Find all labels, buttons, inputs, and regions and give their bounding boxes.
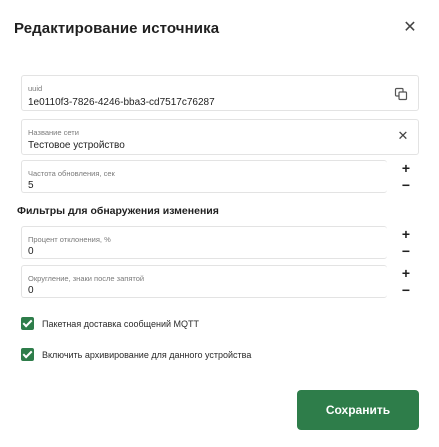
decrement-button[interactable]: −	[393, 283, 419, 297]
frequency-input[interactable]	[28, 180, 228, 191]
frequency-field: Частота обновления, сек	[21, 160, 387, 193]
uuid-value: 1e0110f3-7826-4246-bba3-cd7517c76287	[28, 97, 215, 108]
deviation-input[interactable]	[28, 246, 228, 257]
archive-checkbox-row[interactable]: Включить архивирование для данного устро…	[21, 348, 251, 361]
name-input[interactable]	[28, 140, 328, 151]
uuid-label: uuid	[28, 84, 43, 93]
decrement-button[interactable]: −	[393, 178, 419, 192]
decrement-button[interactable]: −	[393, 244, 419, 258]
rounding-label: Округление, знаки после запятой	[28, 274, 145, 283]
mqtt-batch-checkbox[interactable]	[21, 317, 34, 330]
deviation-field: Процент отклонения, %	[21, 226, 387, 259]
rounding-field: Округление, знаки после запятой	[21, 265, 387, 298]
mqtt-batch-label: Пакетная доставка сообщений MQTT	[42, 318, 199, 329]
uuid-field: uuid 1e0110f3-7826-4246-bba3-cd7517c7628…	[21, 75, 419, 111]
name-field: Название сети ✕	[21, 119, 419, 155]
clear-icon[interactable]: ✕	[396, 129, 410, 143]
save-button[interactable]: Сохранить	[297, 390, 419, 430]
dialog-title: Редактирование источника	[14, 20, 220, 37]
mqtt-batch-checkbox-row[interactable]: Пакетная доставка сообщений MQTT	[21, 317, 199, 330]
increment-button[interactable]: +	[393, 161, 419, 175]
rounding-input[interactable]	[28, 285, 228, 296]
increment-button[interactable]: +	[393, 266, 419, 280]
close-icon[interactable]: ✕	[402, 20, 418, 36]
frequency-label: Частота обновления, сек	[28, 169, 115, 178]
name-label: Название сети	[28, 128, 79, 137]
increment-button[interactable]: +	[393, 227, 419, 241]
copy-icon[interactable]	[394, 87, 408, 101]
archive-checkbox[interactable]	[21, 348, 34, 361]
archive-label: Включить архивирование для данного устро…	[42, 349, 252, 360]
deviation-label: Процент отклонения, %	[28, 235, 111, 244]
filters-section-title: Фильтры для обнаружения изменения	[17, 205, 219, 217]
